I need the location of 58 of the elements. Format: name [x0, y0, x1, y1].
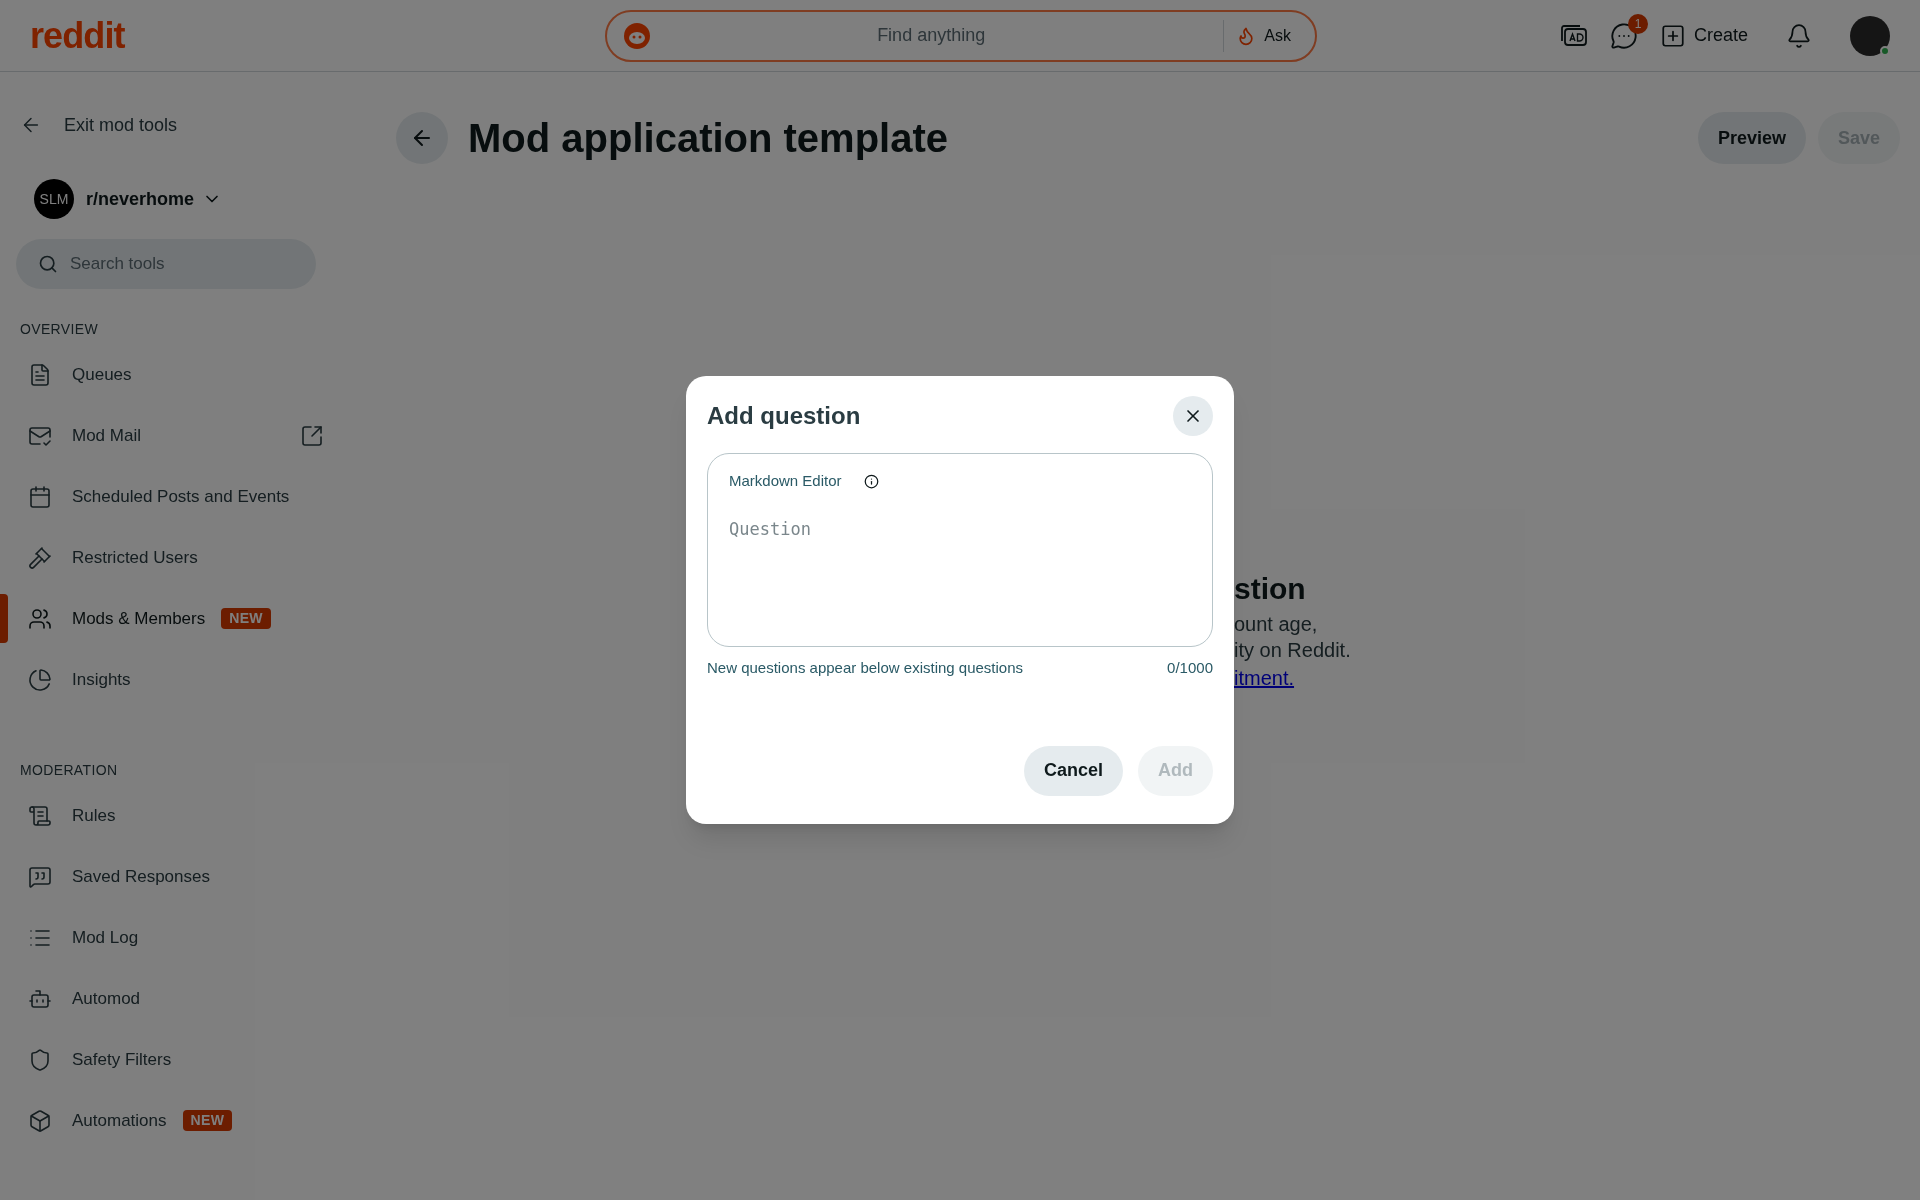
close-button[interactable] — [1173, 396, 1213, 436]
section-heading: OVERVIEW — [19, 320, 99, 339]
sidebar-item[interactable]: Saved Responses — [28, 863, 210, 890]
sidebar-item[interactable]: Safety Filters — [28, 1046, 172, 1073]
empty-state-text: ity on Reddit. — [1234, 638, 1351, 663]
speech-bubble-icon — [28, 864, 52, 889]
info-icon[interactable] — [863, 473, 879, 489]
markdown-editor[interactable]: Markdown Editor Question — [707, 453, 1213, 647]
sidebar-item[interactable]: Scheduled Posts and Events — [28, 483, 290, 510]
create-button[interactable]: Create — [1659, 22, 1748, 49]
hammer-icon — [28, 545, 52, 570]
pie-chart-icon — [28, 667, 52, 692]
logo[interactable]: reddit — [30, 8, 605, 63]
sidebar-item[interactable]: Restricted Users — [28, 544, 198, 571]
new-badge: NEW — [182, 1110, 233, 1131]
community-selector[interactable]: r/neverhome — [86, 185, 223, 213]
ad-icon[interactable] — [1559, 23, 1588, 48]
ask-button[interactable]: Ask — [1264, 23, 1291, 48]
cube-icon — [28, 1108, 52, 1133]
sidebar-item[interactable]: Automod — [28, 985, 141, 1012]
sidebar-item[interactable]: Queues — [28, 361, 132, 388]
calendar-icon — [28, 484, 52, 509]
search-bar[interactable]: Find anything Ask — [605, 9, 1317, 62]
sidebar-item[interactable]: Rules — [28, 802, 116, 829]
plus-icon — [1659, 22, 1686, 49]
search-placeholder: Search tools — [70, 253, 165, 276]
empty-state-text: ount age, — [1234, 612, 1319, 637]
bell-icon[interactable] — [1786, 22, 1812, 49]
sidebar-item[interactable]: Mod Log — [28, 924, 139, 951]
exit-mod-tools-link[interactable]: Exit mod tools — [0, 105, 350, 145]
document-icon — [28, 362, 52, 387]
hint-text: New questions appear below existing questions — [707, 658, 1024, 678]
notification-badge: 1 — [1627, 13, 1648, 34]
search-placeholder: Find anything — [876, 24, 987, 47]
shield-icon — [28, 1047, 52, 1072]
recruitment-link[interactable]: itment. — [1234, 667, 1295, 689]
cancel-button[interactable]: Cancel — [1023, 745, 1123, 796]
preview-button[interactable]: Preview — [1697, 112, 1806, 164]
editor-label: Markdown Editor — [729, 471, 842, 491]
sidebar-item[interactable]: Automations — [28, 1107, 167, 1134]
page-title: Mod application template — [468, 115, 949, 162]
user-avatar[interactable] — [1850, 15, 1890, 56]
new-badge: NEW — [221, 608, 271, 629]
section-heading: MODERATION — [19, 761, 119, 780]
search-icon — [38, 254, 58, 274]
sidebar-item[interactable]: Mod Mail — [28, 422, 141, 449]
dialog-title: Add question — [707, 401, 861, 431]
sidebar-item[interactable]: Mods & Members — [28, 605, 206, 632]
empty-state-heading: stion — [1234, 571, 1307, 607]
search-tools-field[interactable]: Search tools — [16, 239, 316, 289]
back-button[interactable] — [396, 112, 448, 164]
sidebar-item[interactable]: Insights — [28, 666, 131, 693]
external-link-icon[interactable] — [300, 423, 324, 448]
community-avatar: SLM — [34, 179, 74, 219]
scroll-icon — [28, 803, 52, 828]
people-icon — [28, 606, 52, 631]
character-counter: 0/1000 — [1167, 658, 1213, 678]
question-field[interactable]: Question — [729, 516, 1191, 617]
